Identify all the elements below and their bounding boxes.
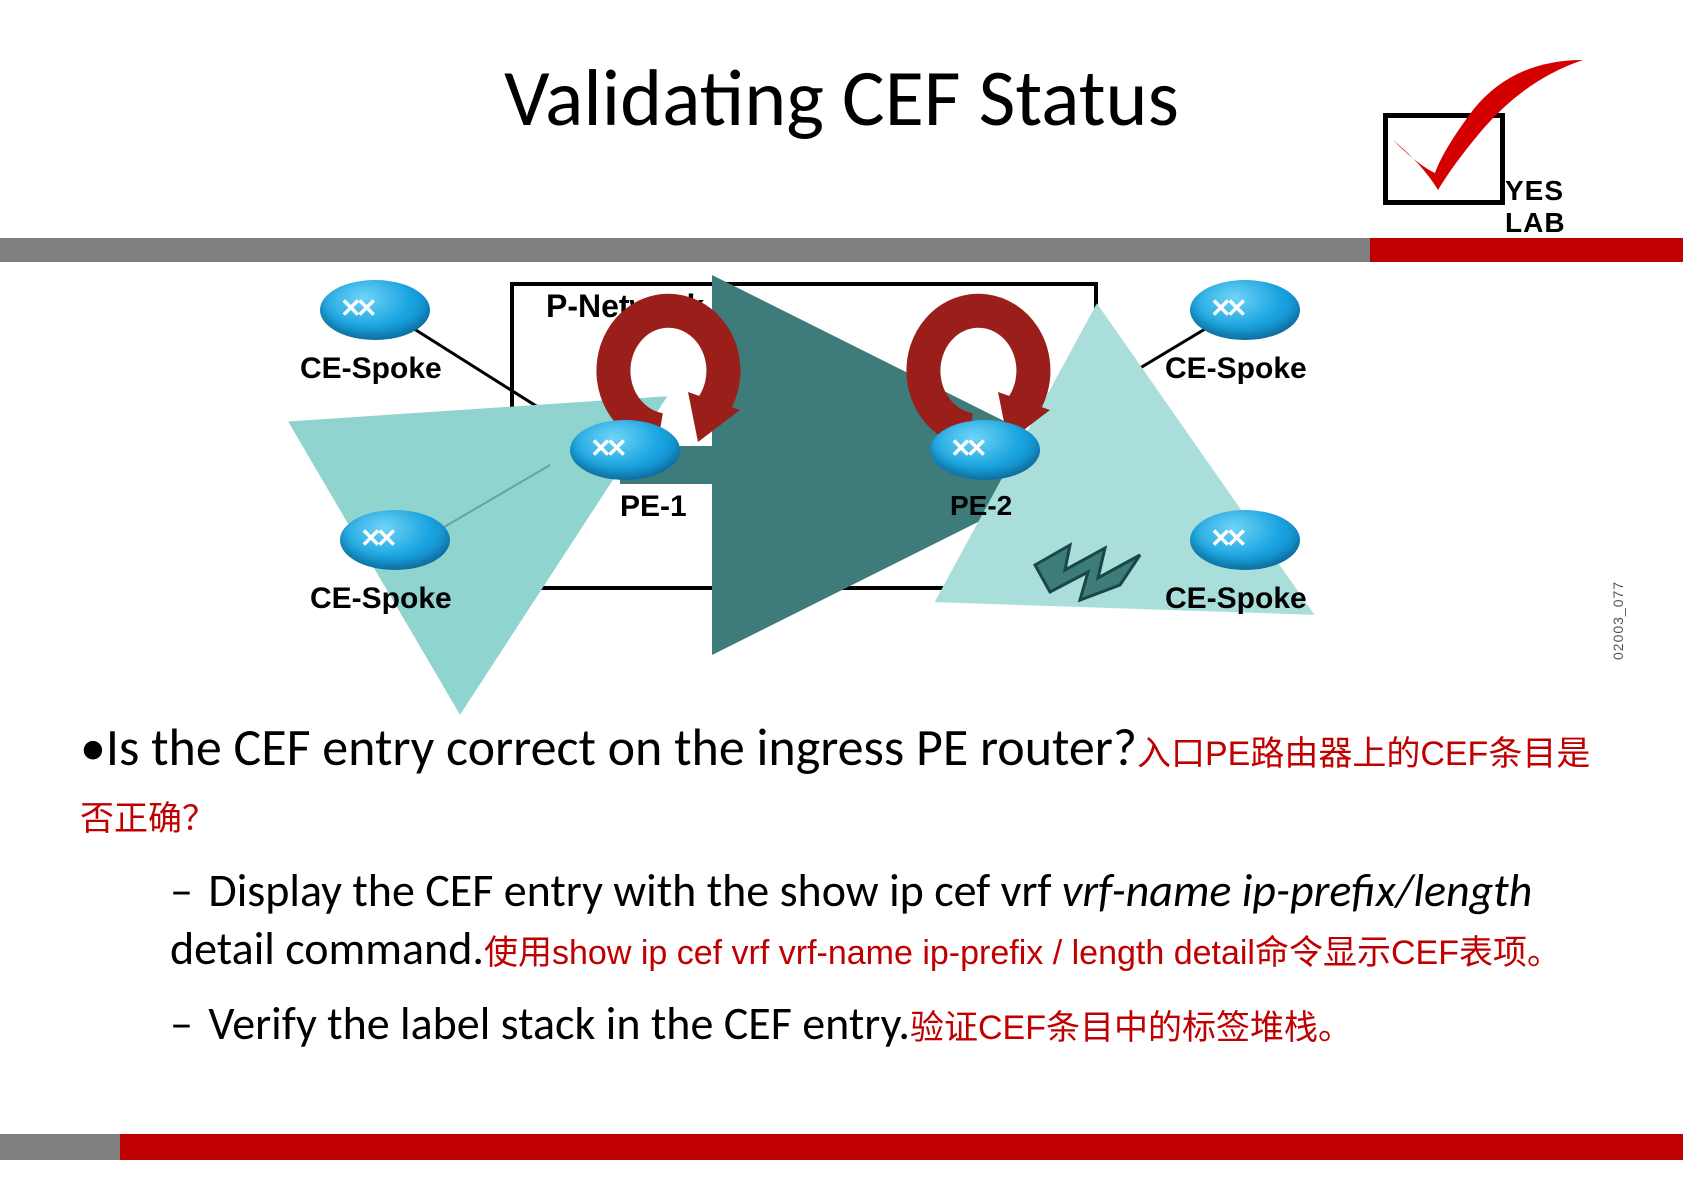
- sub1-en-a: Display the CEF entry with the show ip c…: [208, 863, 1061, 919]
- diagram-id: 02003_077: [1610, 581, 1626, 660]
- footer-bar: [120, 1134, 1683, 1160]
- checkmark-icon: [1373, 55, 1593, 195]
- router-ce-spoke-tr: ✕✕: [1190, 280, 1300, 346]
- label-ce-tl: CE-Spoke: [300, 352, 442, 386]
- label-ce-br: CE-Spoke: [1165, 582, 1307, 616]
- yes-lab-logo: YES LAB: [1383, 75, 1613, 195]
- logo-text: YES LAB: [1505, 175, 1613, 239]
- sub2-zh: 验证CEF条目中的标签堆栈。: [910, 1009, 1352, 1047]
- bullet-1-en: Is the CEF entry correct on the ingress …: [106, 715, 1137, 779]
- label-pe1: PE-1: [620, 490, 687, 524]
- label-ce-bl: CE-Spoke: [310, 582, 452, 616]
- sub1-zh: 使用show ip cef vrf vrf-name ip-prefix / l…: [484, 934, 1561, 972]
- label-pe2: PE-2: [950, 490, 1012, 522]
- router-pe1: ✕✕: [570, 420, 680, 486]
- header-bar-red: [1370, 238, 1683, 262]
- sub1-en-b: vrf-name ip-prefix/length: [1062, 863, 1533, 919]
- router-pe2: ✕✕: [930, 420, 1040, 486]
- router-ce-spoke-bl: ✕✕: [340, 510, 450, 576]
- bullet-1: •Is the CEF entry correct on the ingress…: [80, 715, 1620, 845]
- sub2-en: Verify the label stack in the CEF entry.: [208, 996, 910, 1052]
- arrow-break-icon: [1030, 530, 1150, 610]
- slide: Validating CEF Status YES LAB P-Network: [0, 0, 1683, 1190]
- bullet-list: •Is the CEF entry correct on the ingress…: [80, 715, 1620, 1054]
- router-ce-spoke-tl: ✕✕: [320, 280, 430, 346]
- sub-bullet-1: – Display the CEF entry with the show ip…: [170, 863, 1620, 978]
- label-ce-tr: CE-Spoke: [1165, 352, 1307, 386]
- router-ce-spoke-br: ✕✕: [1190, 510, 1300, 576]
- network-diagram: P-Network ✕✕ CE-Spoke: [290, 270, 1340, 690]
- header-bar-grey: [0, 238, 1370, 262]
- sub-bullet-2: – Verify the label stack in the CEF entr…: [170, 996, 1620, 1054]
- sub1-en-c: detail command.: [170, 921, 484, 977]
